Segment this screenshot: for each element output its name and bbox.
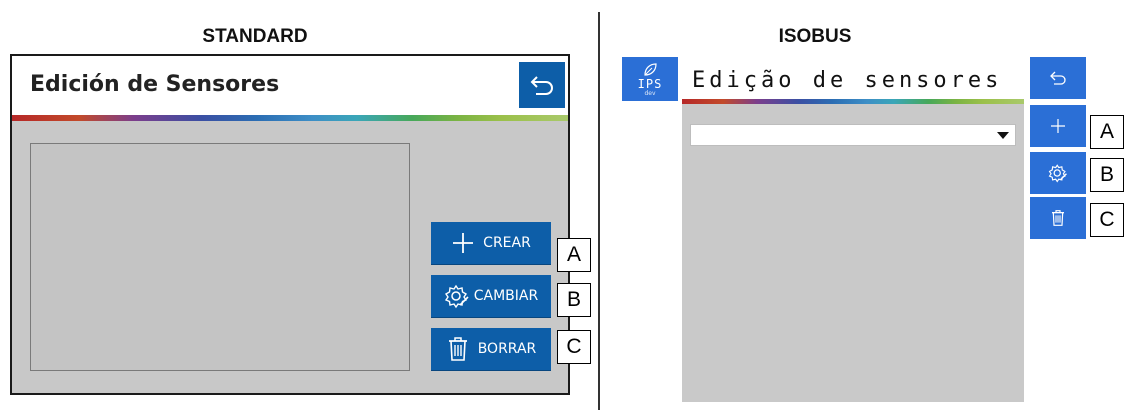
create-button-label: CREAR (483, 235, 531, 251)
isobus-back-button[interactable] (1030, 57, 1086, 99)
page-title: Edición de Sensores (30, 72, 280, 97)
standard-header: Edición de Sensores (12, 56, 568, 115)
color-stripe (12, 115, 568, 121)
isobus-create-button[interactable] (1030, 105, 1086, 147)
gear-edit-icon (444, 284, 469, 309)
plus-icon (453, 233, 474, 253)
delete-button[interactable]: BORRAR (431, 328, 551, 370)
plus-icon (1051, 119, 1065, 133)
isobus-change-button[interactable] (1030, 152, 1086, 194)
caret-down-icon (997, 132, 1009, 139)
callout-tag-a: A (557, 238, 591, 272)
change-button-label: CAMBIAR (473, 288, 539, 304)
create-button[interactable]: CREAR (431, 222, 551, 264)
sensor-dropdown[interactable] (690, 124, 1016, 146)
section-divider (598, 12, 600, 410)
isobus-callout-tag-a: A (1090, 115, 1124, 149)
callout-tag-c: C (557, 330, 591, 364)
back-button[interactable] (519, 62, 565, 108)
isobus-page-title: Edição de sensores (692, 68, 1003, 93)
standard-heading: STANDARD (202, 26, 308, 47)
delete-button-label: BORRAR (477, 341, 537, 357)
trash-icon (1052, 210, 1064, 226)
back-arrow-icon (530, 76, 553, 95)
logo-subtext: dev (644, 89, 656, 97)
trash-icon (448, 337, 467, 361)
isobus-delete-button[interactable] (1030, 197, 1086, 239)
callout-tag-b: B (557, 283, 591, 317)
leaf-icon (644, 62, 657, 76)
isobus-panel (682, 104, 1024, 402)
isobus-callout-tag-b: B (1090, 158, 1124, 192)
isobus-callout-tag-c: C (1090, 203, 1124, 237)
back-arrow-icon (1050, 71, 1066, 85)
isobus-heading: ISOBUS (778, 26, 852, 47)
sensor-list[interactable] (30, 143, 410, 371)
change-button[interactable]: CAMBIAR (431, 275, 551, 317)
gear-edit-icon (1048, 164, 1067, 183)
ips-logo: IPS dev (622, 57, 678, 101)
logo-text: IPS (637, 76, 663, 91)
